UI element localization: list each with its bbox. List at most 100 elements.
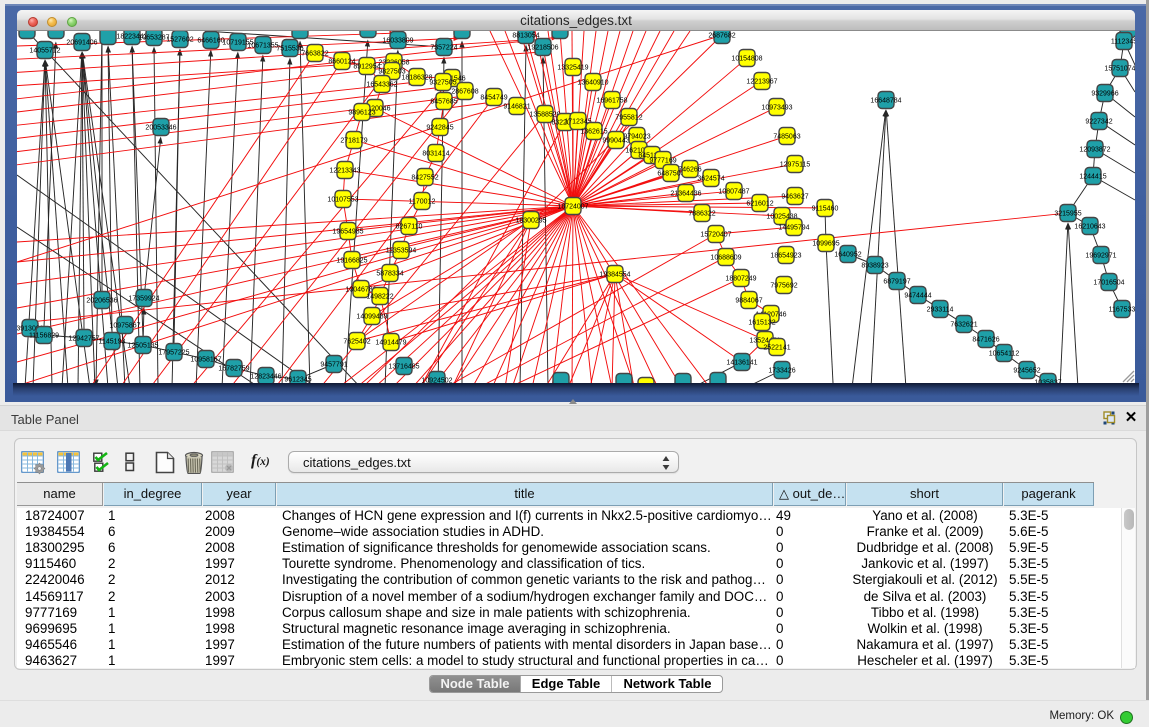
svg-text:6216012: 6216012 [746, 201, 773, 208]
svg-text:14136141: 14136141 [726, 360, 757, 367]
svg-text:10807487: 10807487 [718, 189, 749, 196]
svg-text:8457685: 8457685 [430, 99, 457, 106]
svg-text:1733426: 1733426 [768, 368, 795, 375]
svg-text:1498222: 1498222 [366, 294, 393, 301]
svg-text:9463627: 9463627 [781, 194, 808, 201]
svg-text:14914479: 14914479 [375, 340, 406, 347]
svg-text:9146821: 9146821 [503, 104, 530, 111]
svg-text:6879197: 6879197 [883, 279, 910, 286]
svg-text:15751074: 15751074 [1104, 66, 1135, 73]
svg-text:8813054: 8813054 [512, 33, 539, 40]
svg-text:1244415: 1244415 [1079, 174, 1106, 181]
svg-text:16543362: 16543362 [366, 82, 397, 89]
svg-text:14099489: 14099489 [356, 314, 387, 321]
svg-text:19218506: 19218506 [527, 45, 558, 52]
svg-text:18300295: 18300295 [515, 218, 546, 225]
svg-text:12505135: 12505135 [127, 343, 158, 350]
svg-text:14055712: 14055712 [29, 48, 60, 55]
svg-text:1035837: 1035837 [1034, 380, 1061, 384]
svg-text:10654112: 10654112 [989, 351, 1020, 358]
svg-text:1145193: 1145193 [99, 339, 126, 346]
svg-text:18807249: 18807249 [725, 276, 756, 283]
svg-text:10973493: 10973493 [761, 105, 792, 112]
svg-text:10154808: 10154808 [731, 56, 762, 63]
svg-text:9227342: 9227342 [1085, 119, 1112, 126]
svg-text:2867608: 2867608 [451, 89, 478, 96]
svg-text:16961758: 16961758 [596, 98, 627, 105]
svg-text:13588520: 13588520 [529, 112, 560, 119]
svg-text:10958167: 10958167 [190, 357, 221, 364]
svg-text:8471626: 8471626 [972, 337, 999, 344]
svg-text:8267110: 8267110 [396, 224, 423, 231]
svg-text:8427552: 8427552 [411, 175, 438, 182]
svg-text:7357224: 7357224 [430, 45, 457, 52]
svg-text:16782759: 16782759 [218, 366, 249, 373]
svg-text:13325419: 13325419 [557, 65, 588, 72]
svg-text:7625402: 7625402 [343, 339, 370, 346]
svg-text:12213343: 12213343 [329, 168, 360, 175]
svg-text:9242845: 9242845 [426, 125, 453, 132]
svg-text:1527602: 1527602 [166, 37, 193, 44]
svg-text:17957225: 17957225 [158, 350, 189, 357]
svg-text:12975115: 12975115 [780, 162, 811, 169]
svg-text:9457791: 9457791 [320, 362, 347, 369]
svg-text:21364436: 21364436 [670, 191, 701, 198]
svg-text:9329966: 9329966 [1091, 91, 1118, 98]
svg-text:18186328: 18186328 [401, 75, 432, 82]
svg-text:16210643: 16210643 [1074, 224, 1105, 231]
svg-text:2718179: 2718179 [340, 138, 367, 145]
svg-text:11353594: 11353594 [386, 248, 417, 255]
svg-text:7485063: 7485063 [773, 134, 800, 141]
svg-text:9327505: 9327505 [429, 80, 456, 87]
svg-text:18724007: 18724007 [557, 204, 588, 211]
svg-text:12942757: 12942757 [68, 336, 99, 343]
svg-text:12823446: 12823446 [250, 374, 281, 381]
svg-text:9115460: 9115460 [812, 206, 839, 213]
svg-text:2687682: 2687682 [708, 33, 735, 40]
svg-text:10671355: 10671355 [247, 43, 278, 50]
svg-text:9896123: 9896123 [348, 110, 375, 117]
svg-text:18654923: 18654923 [770, 253, 801, 260]
svg-text:20053346: 20053346 [145, 125, 176, 132]
svg-text:7663822: 7663822 [301, 51, 328, 58]
svg-text:746266: 746266 [678, 167, 701, 174]
svg-text:3624574: 3624574 [697, 176, 724, 183]
svg-text:10924502: 10924502 [421, 378, 452, 384]
svg-text:16648784: 16648784 [870, 98, 901, 105]
svg-text:8660124: 8660124 [328, 59, 355, 66]
svg-text:6466160: 6466160 [197, 38, 224, 45]
svg-text:10688609: 10688609 [710, 255, 741, 262]
svg-text:17359924: 17359924 [128, 296, 159, 303]
svg-text:1170012: 1170012 [409, 199, 436, 206]
svg-text:2522141: 2522141 [763, 345, 790, 352]
svg-text:14495794: 14495794 [778, 225, 809, 232]
svg-text:1112345: 1112345 [1111, 39, 1135, 46]
svg-text:8912954: 8912954 [353, 64, 380, 71]
svg-text:8031414: 8031414 [422, 151, 449, 158]
svg-text:8454749: 8454749 [480, 95, 507, 102]
svg-text:19654985: 19654985 [332, 229, 363, 236]
svg-text:9884067: 9884067 [735, 298, 762, 305]
svg-text:15720407: 15720407 [700, 232, 731, 239]
svg-text:7515536: 7515536 [276, 46, 303, 53]
svg-text:1362615: 1362615 [580, 129, 607, 136]
svg-text:20691406: 20691406 [66, 40, 97, 47]
svg-text:12213967: 12213967 [746, 79, 777, 86]
svg-text:10653287: 10653287 [138, 35, 169, 42]
svg-text:1640952: 1640952 [834, 252, 861, 259]
svg-text:9777169: 9777169 [649, 158, 676, 165]
svg-text:1099695: 1099695 [812, 241, 839, 248]
svg-text:3215955: 3215955 [1054, 211, 1081, 218]
svg-text:1167533: 1167533 [1109, 307, 1135, 314]
svg-text:11156829: 11156829 [29, 333, 59, 340]
svg-text:1615132: 1615132 [748, 320, 775, 327]
svg-text:9245652: 9245652 [1013, 368, 1040, 375]
svg-text:13640910: 13640910 [577, 80, 608, 87]
svg-text:9794023: 9794023 [623, 134, 650, 141]
svg-text:19166825: 19166825 [336, 258, 367, 265]
svg-text:9474444: 9474444 [904, 293, 931, 300]
svg-text:12093872: 12093872 [1079, 147, 1110, 154]
svg-text:16033809: 16033809 [382, 38, 413, 45]
svg-text:17016504: 17016504 [1093, 280, 1124, 287]
svg-text:13716485: 13716485 [388, 364, 419, 371]
